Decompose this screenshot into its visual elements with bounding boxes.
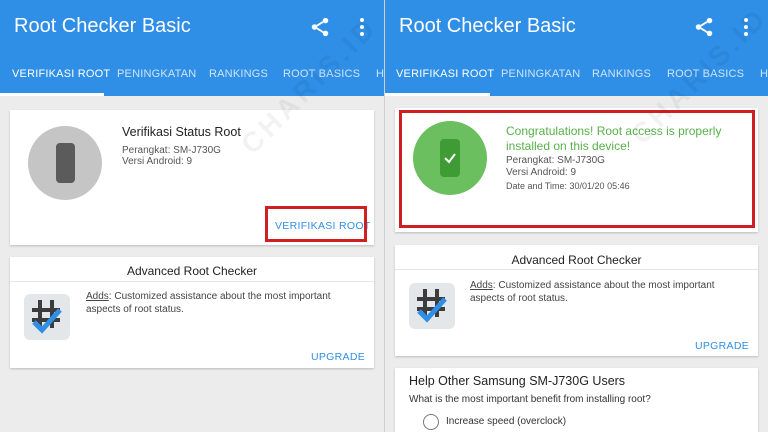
tab-indicator <box>0 93 104 96</box>
advanced-card: Advanced Root Checker Adds: Customized a… <box>395 245 758 356</box>
phone-icon <box>56 143 75 183</box>
option-label[interactable]: Increase speed (overclock) <box>446 416 566 427</box>
tab-peningkatan[interactable]: PENINGKATAN <box>501 68 580 80</box>
advanced-description: Adds: Customized assistance about the mo… <box>470 279 740 305</box>
advanced-text: : Customized assistance about the most i… <box>86 291 331 315</box>
share-icon[interactable] <box>693 16 715 38</box>
help-title: Help Other Samsung SM-J730G Users <box>409 374 626 388</box>
tab-peningkatan[interactable]: PENINGKATAN <box>117 68 196 80</box>
highlight-box <box>265 206 367 242</box>
tab-more[interactable]: H <box>760 68 768 80</box>
upgrade-button[interactable]: UPGRADE <box>311 351 365 363</box>
android-version: Versi Android: 9 <box>122 156 193 167</box>
tab-indicator <box>385 93 490 96</box>
advanced-text: : Customized assistance about the most i… <box>470 280 715 304</box>
advanced-title: Advanced Root Checker <box>511 253 642 267</box>
divider <box>395 269 758 270</box>
status-title: Verifikasi Status Root <box>122 125 241 139</box>
help-card: Help Other Samsung SM-J730G Users What i… <box>395 368 758 432</box>
share-icon[interactable] <box>309 16 331 38</box>
adds-link[interactable]: Adds <box>470 280 493 291</box>
advanced-card: Advanced Root Checker Adds: Customized a… <box>10 257 374 368</box>
upgrade-button[interactable]: UPGRADE <box>695 340 749 352</box>
adds-link[interactable]: Adds <box>86 291 109 302</box>
device-model: Perangkat: SM-J730G <box>122 145 221 156</box>
advanced-description: Adds: Customized assistance about the mo… <box>86 290 356 316</box>
radio-option[interactable] <box>423 414 439 430</box>
divider <box>10 281 374 282</box>
tab-rankings[interactable]: RANKINGS <box>592 68 651 80</box>
tab-verifikasi-root[interactable]: VERIFIKASI ROOT <box>12 68 110 80</box>
root-checker-app-icon <box>409 283 455 329</box>
root-checker-app-icon <box>24 294 70 340</box>
phone-circle <box>28 126 102 200</box>
highlight-box <box>399 110 755 228</box>
tab-more[interactable]: H <box>376 68 384 80</box>
advanced-title: Advanced Root Checker <box>126 264 258 278</box>
help-question: What is the most important benefit from … <box>409 394 651 405</box>
tab-rankings[interactable]: RANKINGS <box>209 68 268 80</box>
app-title: Root Checker Basic <box>399 15 576 37</box>
tab-verifikasi-root[interactable]: VERIFIKASI ROOT <box>396 68 494 80</box>
app-title: Root Checker Basic <box>14 15 191 37</box>
